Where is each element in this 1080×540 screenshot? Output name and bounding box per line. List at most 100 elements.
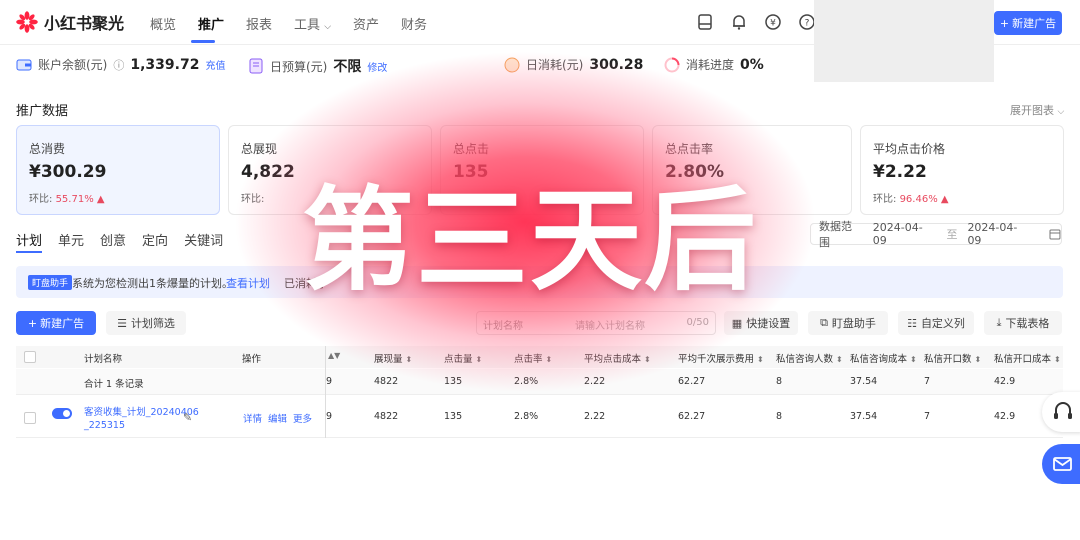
tab-unit[interactable]: 单元 xyxy=(58,230,84,249)
plan-name-link-line2[interactable]: _225315 xyxy=(84,420,125,431)
grid-icon: ▦ xyxy=(731,316,743,330)
search-input[interactable]: 请输入计划名称 xyxy=(575,317,645,332)
daily-budget: 日预算(元) 不限 修改 xyxy=(248,56,387,76)
summary-label: 合计 1 条记录 xyxy=(84,379,144,390)
row-clicks: 135 xyxy=(444,411,463,422)
balance-label: 账户余额(元) xyxy=(38,58,108,72)
metric-card-avg-click-price[interactable]: 平均点击价格 ¥2.22 环比: 96.46% ▲ xyxy=(860,125,1064,215)
nav-item-reports[interactable]: 报表 xyxy=(246,14,272,33)
chevron-down-icon: ⌵ xyxy=(324,22,332,32)
new-ad-button-top[interactable]: + 新建广告 xyxy=(994,11,1062,35)
tab-plan[interactable]: 计划 xyxy=(16,230,42,249)
plan-search[interactable]: 计划名称 请输入计划名称 0/50 xyxy=(476,311,716,335)
tab-keywords[interactable]: 关键词 xyxy=(184,230,223,249)
search-field-prefix[interactable]: 计划名称 xyxy=(483,317,523,332)
row-partial: 9 xyxy=(326,411,333,422)
plus-icon: + xyxy=(27,316,38,330)
sort-icon: ⬍ xyxy=(545,355,553,364)
download-label: 下载表格 xyxy=(1005,317,1050,330)
col-dm-open[interactable]: 私信开口数 ⬍ xyxy=(924,351,981,365)
date-end[interactable]: 2024-04-09 xyxy=(967,221,1031,247)
plan-name-link[interactable]: 客资收集_计划_20240406 xyxy=(84,404,199,418)
new-ad-button[interactable]: + 新建广告 xyxy=(16,311,96,335)
tab-creative[interactable]: 创意 xyxy=(100,230,126,249)
row-impressions: 4822 xyxy=(374,411,399,422)
progress-label: 消耗进度 xyxy=(686,58,735,72)
modify-link[interactable]: 修改 xyxy=(367,59,387,74)
row-checkbox[interactable] xyxy=(24,412,36,424)
col-avg-click-cost[interactable]: 平均点击成本 ⬍ xyxy=(584,351,651,365)
expand-label: 展开图表 xyxy=(1010,104,1054,117)
summary-dm-consult: 8 xyxy=(776,376,783,387)
date-range-picker[interactable]: 数据范围 2024-04-09 至 2024-04-09 xyxy=(810,220,1062,249)
tab-targeting[interactable]: 定向 xyxy=(142,230,168,249)
col-dm-consult[interactable]: 私信咨询人数 ⬍ xyxy=(776,351,843,365)
metric-value: ¥2.22 xyxy=(873,162,927,182)
search-counter: 0/50 xyxy=(686,317,709,328)
metric-label: 平均点击价格 xyxy=(873,142,946,156)
date-separator: 至 xyxy=(946,228,958,241)
yen-icon[interactable]: ¥ xyxy=(764,13,782,31)
daily-spend-value: 300.28 xyxy=(589,56,644,73)
metric-label: 总消费 xyxy=(29,142,66,156)
select-all-checkbox[interactable] xyxy=(24,351,36,363)
expand-chart-link[interactable]: 展开图表 ⌵ xyxy=(1010,102,1064,118)
nav-item-finance[interactable]: 财务 xyxy=(401,14,427,33)
main-nav: 概览 推广 报表 工具 ⌵ 资产 财务 xyxy=(150,14,427,33)
sort-icon[interactable]: ▲▼ xyxy=(328,351,340,360)
more-link[interactable]: 更多 xyxy=(293,411,312,425)
sort-icon: ⬍ xyxy=(644,355,651,364)
nav-item-assets[interactable]: 资产 xyxy=(353,14,379,33)
nav-item-tools[interactable]: 工具 ⌵ xyxy=(294,14,331,33)
quick-settings-label: 快捷设置 xyxy=(746,317,791,330)
overlay-caption: 第三天后 xyxy=(302,176,758,306)
download-icon: ⤓ xyxy=(996,316,1002,329)
list-icon: ☷ xyxy=(907,316,917,330)
summary-dm-open: 7 xyxy=(924,376,931,387)
row-cpm: 62.27 xyxy=(678,411,706,422)
date-start[interactable]: 2024-04-09 xyxy=(873,221,937,247)
download-table-button[interactable]: ⤓ 下载表格 xyxy=(984,311,1062,335)
help-icon[interactable]: ⓘ xyxy=(113,57,124,73)
plan-filter-button[interactable]: ☰ 计划筛选 xyxy=(106,311,186,335)
brand-name: 小红书聚光 xyxy=(44,14,125,33)
summary-avg-click-cost: 2.22 xyxy=(584,376,606,387)
brand-logo[interactable]: 小红书聚光 xyxy=(16,10,124,34)
nav-item-overview[interactable]: 概览 xyxy=(150,14,176,33)
document-icon[interactable] xyxy=(696,13,714,31)
notice-badge: 盯盘助手 xyxy=(28,275,73,290)
budget-label: 日预算(元) xyxy=(270,59,328,74)
recharge-link[interactable]: 充值 xyxy=(205,57,225,72)
col-dm-open-cost[interactable]: 私信开口成本 ⬍ xyxy=(994,351,1061,365)
progress-icon xyxy=(664,57,680,72)
quick-settings-button[interactable]: ▦ 快捷设置 xyxy=(724,311,798,335)
col-dm-consult-cost[interactable]: 私信咨询成本 ⬍ xyxy=(850,351,917,365)
edit-link[interactable]: 编辑 xyxy=(268,411,287,425)
sort-icon: ⬍ xyxy=(475,355,483,364)
summary-dm-open-cost: 42.9 xyxy=(994,376,1016,387)
col-impressions[interactable]: 展现量 ⬍ xyxy=(374,351,412,365)
edit-icon[interactable]: ✎ xyxy=(183,411,192,424)
filter-icon: ☰ xyxy=(117,316,127,330)
col-clicks[interactable]: 点击量 ⬍ xyxy=(444,351,482,365)
col-ctr[interactable]: 点击率 ⬍ xyxy=(514,351,552,365)
metric-card-total-spend[interactable]: 总消费 ¥300.29 环比: 55.71% ▲ xyxy=(16,125,220,215)
plan-enabled-toggle[interactable] xyxy=(52,408,72,419)
filter-label: 计划筛选 xyxy=(130,317,175,330)
col-cpm[interactable]: 平均千次展示费用 ⬍ xyxy=(678,351,764,365)
nav-item-promotion[interactable]: 推广 xyxy=(198,14,224,33)
sort-icon: ⬍ xyxy=(757,355,764,364)
monitor-assistant-button[interactable]: ⧉ 盯盘助手 xyxy=(808,311,888,335)
sort-icon: ⬍ xyxy=(836,355,843,364)
arrow-up-icon: ▲ xyxy=(96,194,105,205)
row-avg-click-cost: 2.22 xyxy=(584,411,606,422)
monitor-label: 盯盘助手 xyxy=(831,317,876,330)
custom-columns-button[interactable]: ☷ 自定义列 xyxy=(898,311,974,335)
message-button[interactable] xyxy=(1042,444,1080,484)
summary-cpm: 62.27 xyxy=(678,376,706,387)
metric-value: ¥300.29 xyxy=(29,162,107,182)
details-link[interactable]: 详情 xyxy=(243,411,262,425)
customer-service-button[interactable] xyxy=(1042,392,1080,432)
bell-icon[interactable] xyxy=(730,13,748,31)
sort-icon: ⬍ xyxy=(405,355,413,364)
